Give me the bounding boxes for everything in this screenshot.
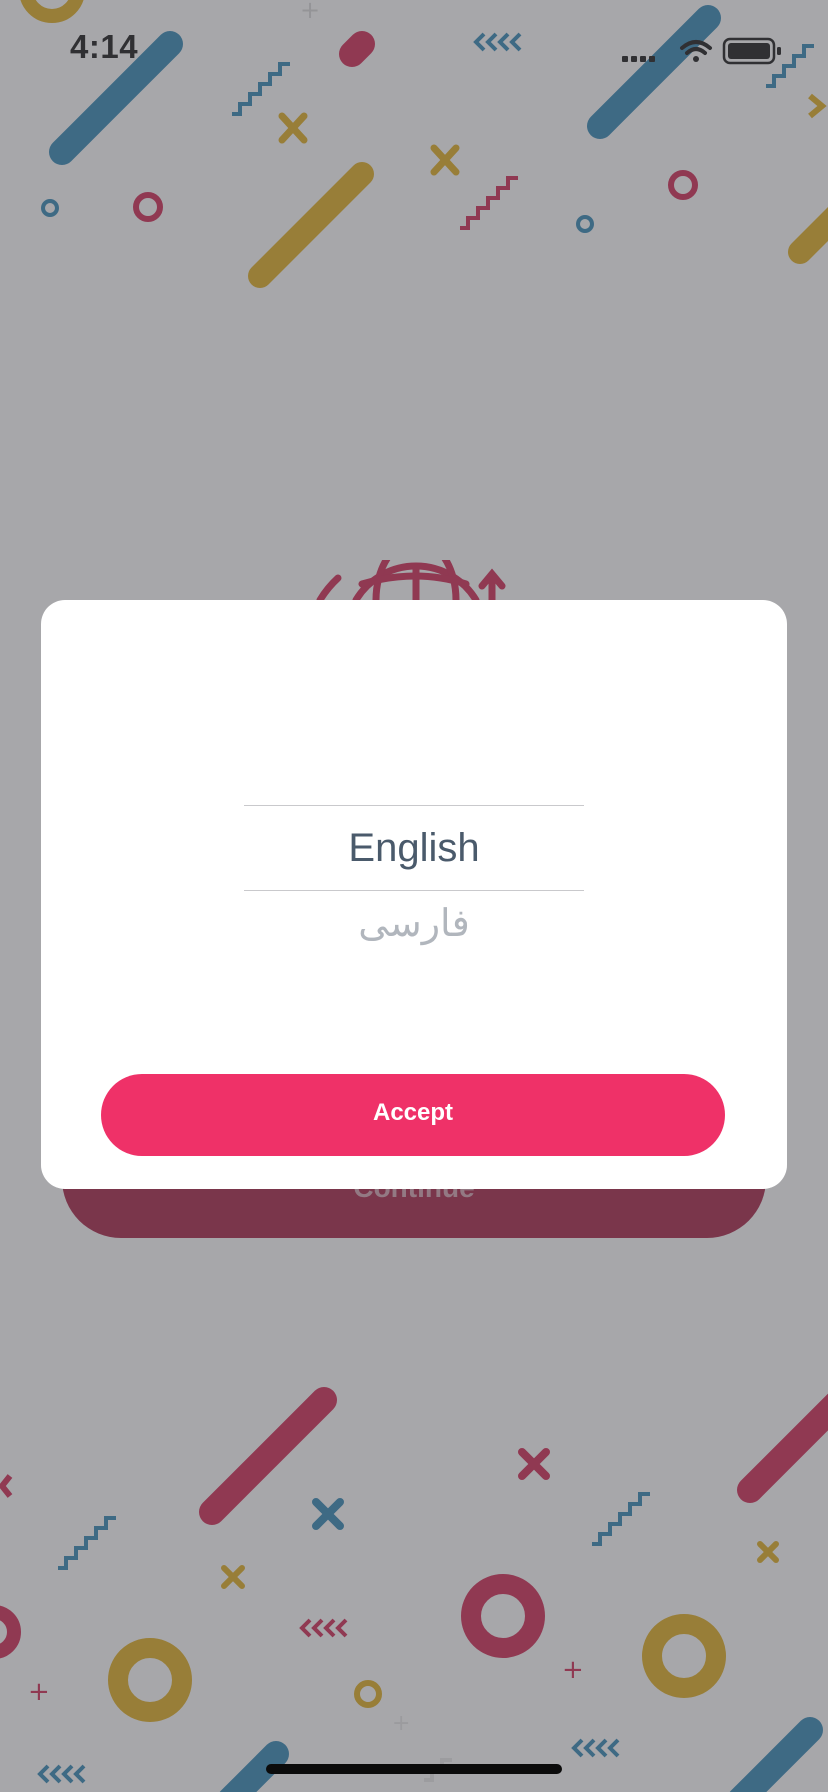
wifi-icon <box>680 40 712 62</box>
svg-text:+: + <box>562 1655 584 1685</box>
battery-icon <box>722 37 781 65</box>
svg-text:+: + <box>300 0 320 24</box>
svg-text:+: + <box>28 1677 50 1707</box>
status-icons <box>622 37 781 65</box>
signal-icon <box>622 56 655 62</box>
language-option-english[interactable]: English <box>244 806 584 890</box>
language-dialog: English فارسی Accept <box>41 600 787 1189</box>
language-option-farsi[interactable]: فارسی <box>244 891 584 961</box>
language-picker[interactable]: English فارسی <box>244 805 584 961</box>
globe-logo-icon <box>316 560 506 600</box>
status-time: 4:14 <box>70 28 139 65</box>
accept-button[interactable]: Accept <box>101 1074 725 1156</box>
home-indicator <box>266 1764 562 1774</box>
svg-text:+: + <box>392 1711 410 1736</box>
